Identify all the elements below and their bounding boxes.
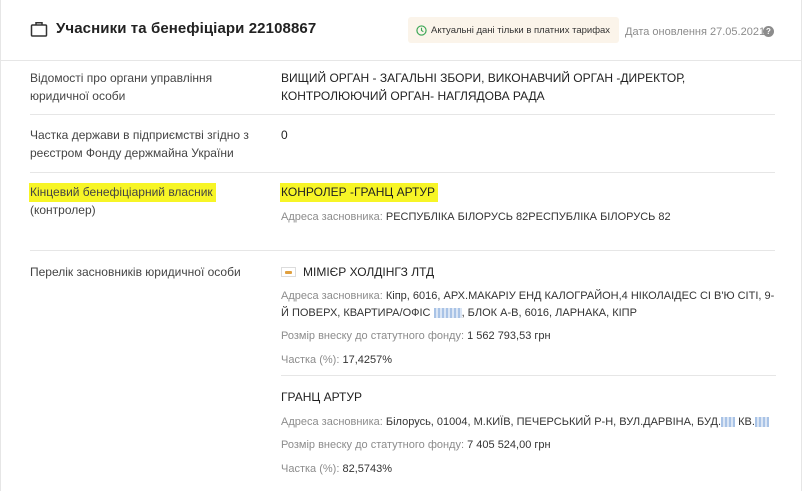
capital-value: 7 405 524,00 грн [467, 439, 551, 451]
row-value: КОНРОЛЕР -ГРАНЦ АРТУР Адреса засновника:… [281, 183, 781, 226]
address-value: РЕСПУБЛІКА БІЛОРУСЬ 82РЕСПУБЛІКА БІЛОРУС… [385, 211, 671, 223]
blurred-paid-data[interactable] [433, 308, 462, 319]
update-date: Дата оновлення 27.05.2021 [625, 26, 766, 38]
founder-capital: Розмір внеску до статутного фонду: 7 405… [281, 437, 781, 454]
row-label: Кінцевий бенефіціарний власник (контроле… [30, 183, 260, 219]
founder-address: Адреса засновника: Білорусь, 01004, М.КИ… [281, 414, 781, 431]
briefcase-icon [30, 22, 48, 37]
participants-card: Учасники та бенефіціари 22108867 Актуаль… [0, 0, 802, 491]
address-label: Адреса засновника: [281, 211, 383, 223]
founder-capital: Розмір внеску до статутного фонду: 1 562… [281, 328, 781, 345]
help-icon[interactable]: ? [763, 26, 774, 37]
share-label: Частка (%): [281, 354, 340, 366]
address-value-part2: , БЛОК А-В, 6016, ЛАРНАКА, КІПР [461, 307, 637, 319]
founder-address: Адреса засновника: Кіпр, 6016, АРХ.МАКАР… [281, 288, 781, 322]
founder-name[interactable]: ГРАНЦ АРТУР [281, 388, 781, 406]
row-state-share: Частка держави в підприємстві згідно з р… [1, 115, 801, 173]
card-header: Учасники та бенефіціари 22108867 Актуаль… [1, 0, 801, 61]
row-beneficiary: Кінцевий бенефіціарний власник (контроле… [1, 173, 801, 251]
capital-label: Розмір внеску до статутного фонду: [281, 330, 465, 342]
row-label: Перелік засновників юридичної особи [30, 265, 241, 279]
row-value: 0 [281, 128, 288, 142]
founder-share: Частка (%): 17,4257% [281, 352, 781, 369]
beneficiary-address: Адреса засновника: РЕСПУБЛІКА БІЛОРУСЬ 8… [281, 209, 781, 226]
address-value-part2: КВ. [738, 416, 755, 428]
beneficiary-name: КОНРОЛЕР -ГРАНЦ АРТУР [281, 184, 438, 201]
paid-data-badge[interactable]: Актуальні дані тільки в платних тарифах [408, 17, 620, 43]
founder-share: Частка (%): 82,5743% [281, 461, 781, 478]
founder-item: ГРАНЦ АРТУР Адреса засновника: Білорусь,… [281, 388, 781, 478]
badge-text: Актуальні дані тільки в платних тарифах [431, 24, 611, 36]
share-value: 82,5743% [342, 463, 392, 475]
row-founders: Перелік засновників юридичної особи МІМІ… [1, 251, 801, 491]
blurred-paid-data[interactable] [721, 417, 736, 428]
founder-item: МІМІЄР ХОЛДІНГЗ ЛТД Адреса засновника: К… [281, 263, 781, 369]
founder-divider [281, 375, 776, 376]
cyprus-flag-icon [281, 267, 296, 277]
share-label: Частка (%): [281, 463, 340, 475]
clock-icon [416, 24, 427, 36]
capital-label: Розмір внеску до статутного фонду: [281, 439, 465, 451]
row-label-sub: (контролер) [30, 203, 96, 217]
share-value: 17,4257% [342, 354, 392, 366]
blurred-paid-data[interactable] [754, 417, 769, 428]
capital-value: 1 562 793,53 грн [467, 330, 551, 342]
address-label: Адреса засновника: [281, 290, 383, 302]
row-label: Відомості про органи управління юридично… [30, 71, 213, 103]
row-value: ВИЩИЙ ОРГАН - ЗАГАЛЬНІ ЗБОРИ, ВИКОНАВЧИЙ… [281, 71, 686, 103]
address-value-part1: Білорусь, 01004, М.КИЇВ, ПЕЧЕРСЬКИЙ Р-Н,… [385, 416, 722, 428]
page-title: Учасники та бенефіціари 22108867 [56, 20, 317, 37]
row-management: Відомості про органи управління юридично… [1, 61, 801, 115]
founder-name[interactable]: МІМІЄР ХОЛДІНГЗ ЛТД [281, 263, 781, 281]
row-label: Частка держави в підприємстві згідно з р… [30, 128, 249, 160]
highlighted-label: Кінцевий бенефіціарний власник [30, 184, 215, 201]
address-label: Адреса засновника: [281, 416, 383, 428]
